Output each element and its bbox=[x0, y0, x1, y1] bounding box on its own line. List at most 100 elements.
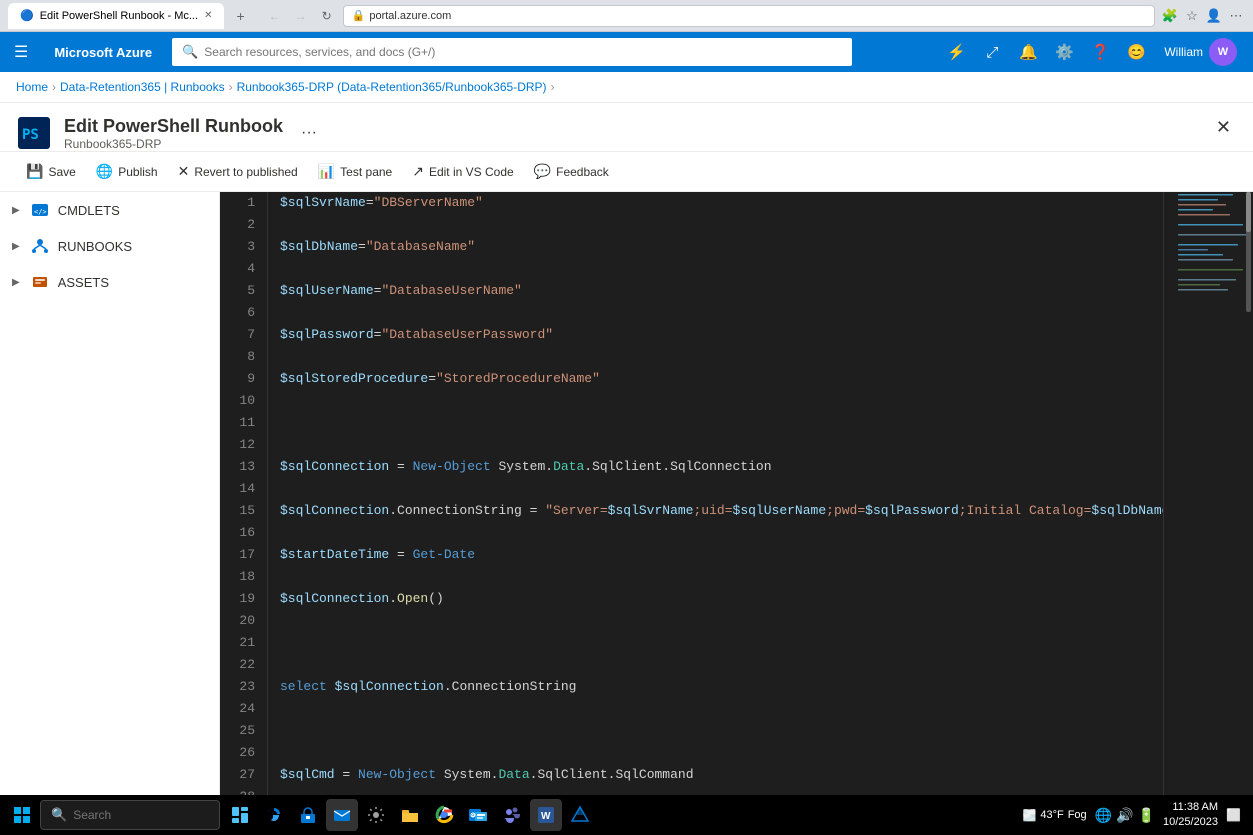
avatar: W bbox=[1209, 38, 1237, 66]
forward-btn[interactable]: → bbox=[291, 6, 311, 26]
taskbar-outlook-btn[interactable]: O bbox=[462, 799, 494, 831]
powershell-icon: PS bbox=[16, 115, 52, 151]
taskbar-search-icon: 🔍 bbox=[51, 807, 67, 823]
extensions-btn[interactable]: 🧩 bbox=[1161, 7, 1179, 25]
cloud-shell-btn[interactable]: ⚡ bbox=[940, 36, 972, 68]
sidebar-item-assets[interactable]: ▶ ASSETS bbox=[0, 264, 219, 300]
breadcrumb-sep-1: › bbox=[52, 80, 56, 94]
assets-expand-arrow: ▶ bbox=[12, 277, 20, 288]
minimap bbox=[1163, 192, 1253, 829]
line-numbers: 1234567891011121314151617181920212223242… bbox=[220, 192, 268, 829]
header-actions: ⚡ ⤢ 🔔 ⚙️ ❓ 😊 William W bbox=[940, 34, 1245, 70]
edit-vs-label: Edit in VS Code bbox=[429, 165, 514, 179]
user-name: William bbox=[1164, 45, 1203, 59]
breadcrumb-current[interactable]: Runbook365-DRP (Data-Retention365/Runboo… bbox=[237, 80, 547, 94]
breadcrumb-runbooks[interactable]: Data-Retention365 | Runbooks bbox=[60, 80, 225, 94]
taskbar-teams-btn[interactable] bbox=[496, 799, 528, 831]
search-input[interactable] bbox=[204, 45, 842, 59]
publish-icon: 🌐 bbox=[96, 163, 113, 180]
azure-logo[interactable]: Microsoft Azure bbox=[42, 45, 164, 60]
taskbar-word-btn[interactable]: W bbox=[530, 799, 562, 831]
breadcrumb-sep-3: › bbox=[551, 80, 555, 94]
feedback-icon: 💬 bbox=[534, 163, 551, 180]
taskbar-clock[interactable]: 11:38 AM 10/25/2023 bbox=[1163, 800, 1218, 831]
azure-header: ☰ Microsoft Azure 🔍 ⚡ ⤢ 🔔 ⚙️ ❓ 😊 William… bbox=[0, 32, 1253, 72]
cmdlets-expand-arrow: ▶ bbox=[12, 205, 20, 216]
search-icon: 🔍 bbox=[182, 44, 198, 60]
more-options-btn[interactable]: ··· bbox=[295, 122, 323, 144]
battery-icon[interactable]: 🔋 bbox=[1138, 807, 1155, 824]
publish-label: Publish bbox=[118, 165, 157, 179]
weather-icon: 🌫️ bbox=[1023, 809, 1037, 822]
settings-btn[interactable]: ⋯ bbox=[1227, 7, 1245, 25]
revert-button[interactable]: ✕ Revert to published bbox=[168, 158, 308, 185]
menu-btn[interactable]: ☰ bbox=[8, 38, 34, 66]
close-panel-btn[interactable]: ✕ bbox=[1210, 115, 1237, 140]
taskbar-chrome-btn[interactable] bbox=[428, 799, 460, 831]
revert-label: Revert to published bbox=[194, 165, 297, 179]
save-icon: 💾 bbox=[26, 163, 43, 180]
address-url: portal.azure.com bbox=[369, 10, 451, 22]
taskbar-edge-btn[interactable] bbox=[258, 799, 290, 831]
runbooks-expand-arrow: ▶ bbox=[12, 241, 20, 252]
editor-area: 1234567891011121314151617181920212223242… bbox=[220, 192, 1253, 829]
start-btn[interactable] bbox=[4, 797, 40, 833]
runbook-subtitle: Runbook365-DRP bbox=[64, 137, 283, 151]
search-bar[interactable]: 🔍 bbox=[172, 38, 852, 66]
sidebar-item-cmdlets[interactable]: ▶ </> CMDLETS bbox=[0, 192, 219, 228]
help-btn[interactable]: ❓ bbox=[1084, 36, 1116, 68]
directory-btn[interactable]: ⤢ bbox=[976, 36, 1008, 68]
test-label: Test pane bbox=[340, 165, 392, 179]
taskbar-fileexplorer-btn[interactable] bbox=[394, 799, 426, 831]
main-layout: ▶ </> CMDLETS ▶ RUNBOOKS ▶ ASSETS 123456… bbox=[0, 192, 1253, 829]
runbooks-icon bbox=[30, 236, 50, 256]
address-bar[interactable]: 🔒 portal.azure.com bbox=[343, 5, 1155, 27]
new-tab-btn[interactable]: + bbox=[230, 6, 250, 26]
sidebar-item-runbooks[interactable]: ▶ RUNBOOKS bbox=[0, 228, 219, 264]
tab-title: Edit PowerShell Runbook - Mc... bbox=[40, 10, 198, 22]
profile-btn[interactable]: 👤 bbox=[1205, 7, 1223, 25]
vscode-icon: ↗ bbox=[412, 163, 424, 180]
feedback-button[interactable]: 💬 Feedback bbox=[524, 158, 619, 185]
favorites-btn[interactable]: ☆ bbox=[1183, 7, 1201, 25]
svg-text:W: W bbox=[541, 811, 551, 822]
browser-chrome: 🔵 Edit PowerShell Runbook - Mc... ✕ + ← … bbox=[0, 0, 1253, 32]
refresh-btn[interactable]: ↻ bbox=[317, 6, 337, 26]
page-title: Edit PowerShell Runbook bbox=[64, 116, 283, 137]
taskbar-right: 🌫️ 43°F Fog 🌐 🔊 🔋 11:38 AM 10/25/2023 ⬜ bbox=[1023, 800, 1249, 831]
code-content[interactable]: $sqlSvrName="DBServerName" $sqlDbName="D… bbox=[268, 192, 1163, 829]
feedback-header-btn[interactable]: 😊 bbox=[1120, 36, 1152, 68]
user-menu-btn[interactable]: William W bbox=[1156, 34, 1245, 70]
taskbar-store-btn[interactable] bbox=[292, 799, 324, 831]
feedback-label: Feedback bbox=[556, 165, 609, 179]
publish-button[interactable]: 🌐 Publish bbox=[86, 158, 168, 185]
edit-vscode-button[interactable]: ↗ Edit in VS Code bbox=[402, 158, 523, 185]
show-desktop-btn[interactable]: ⬜ bbox=[1226, 808, 1241, 822]
save-button[interactable]: 💾 Save bbox=[16, 158, 86, 185]
browser-tab[interactable]: 🔵 Edit PowerShell Runbook - Mc... ✕ bbox=[8, 3, 224, 29]
notifications-btn[interactable]: 🔔 bbox=[1012, 36, 1044, 68]
browser-right-icons: 🧩 ☆ 👤 ⋯ bbox=[1161, 7, 1245, 25]
test-icon: 📊 bbox=[318, 163, 335, 180]
taskbar: 🔍 O W bbox=[0, 795, 1253, 835]
network-icon[interactable]: 🌐 bbox=[1095, 807, 1112, 824]
taskbar-search-input[interactable] bbox=[73, 808, 193, 822]
svg-text:</>: </> bbox=[34, 208, 47, 216]
taskbar-widgets-btn[interactable] bbox=[224, 799, 256, 831]
assets-label: ASSETS bbox=[58, 275, 109, 290]
volume-icon[interactable]: 🔊 bbox=[1116, 807, 1133, 824]
tab-close-btn[interactable]: ✕ bbox=[204, 10, 212, 21]
breadcrumb: Home › Data-Retention365 | Runbooks › Ru… bbox=[0, 72, 1253, 103]
taskbar-azure-btn[interactable] bbox=[564, 799, 596, 831]
breadcrumb-home[interactable]: Home bbox=[16, 80, 48, 94]
back-btn[interactable]: ← bbox=[265, 6, 285, 26]
settings-btn[interactable]: ⚙️ bbox=[1048, 36, 1080, 68]
cmdlets-icon: </> bbox=[30, 200, 50, 220]
taskbar-mail-btn[interactable] bbox=[326, 799, 358, 831]
test-pane-button[interactable]: 📊 Test pane bbox=[308, 158, 402, 185]
clock-time: 11:38 AM bbox=[1163, 800, 1218, 815]
weather-widget[interactable]: 🌫️ 43°F Fog bbox=[1023, 809, 1087, 822]
taskbar-settings-btn[interactable] bbox=[360, 799, 392, 831]
page-title-area: PS Edit PowerShell Runbook Runbook365-DR… bbox=[16, 115, 323, 151]
taskbar-search[interactable]: 🔍 bbox=[40, 800, 220, 830]
